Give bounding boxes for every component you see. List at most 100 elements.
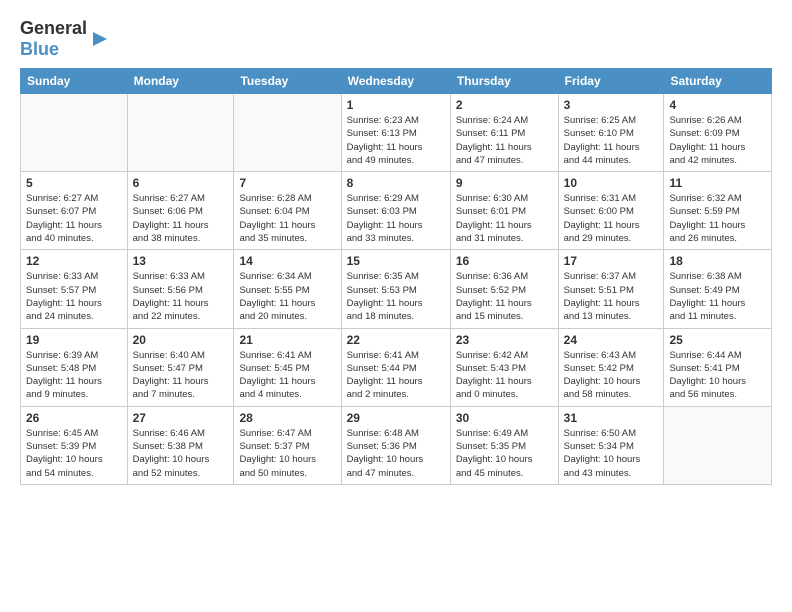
day-info: Sunrise: 6:38 AM Sunset: 5:49 PM Dayligh… [669, 270, 766, 323]
calendar-cell [21, 94, 128, 172]
day-info: Sunrise: 6:29 AM Sunset: 6:03 PM Dayligh… [347, 192, 445, 245]
day-number: 31 [564, 411, 659, 425]
day-info: Sunrise: 6:50 AM Sunset: 5:34 PM Dayligh… [564, 427, 659, 480]
day-number: 21 [239, 333, 335, 347]
day-number: 28 [239, 411, 335, 425]
weekday-header-friday: Friday [558, 69, 664, 94]
calendar-cell: 19 Sunrise: 6:39 AM Sunset: 5:48 PM Dayli… [21, 328, 128, 406]
day-number: 11 [669, 176, 766, 190]
day-info: Sunrise: 6:32 AM Sunset: 5:59 PM Dayligh… [669, 192, 766, 245]
calendar-cell [127, 94, 234, 172]
day-info: Sunrise: 6:40 AM Sunset: 5:47 PM Dayligh… [133, 349, 229, 402]
calendar-week-2: 12Sunrise: 6:33 AM Sunset: 5:57 PM Dayli… [21, 250, 772, 328]
day-number: 3 [564, 98, 659, 112]
calendar-cell: 18 Sunrise: 6:38 AM Sunset: 5:49 PM Dayli… [664, 250, 772, 328]
day-number: 14 [239, 254, 335, 268]
calendar-cell: 10Sunrise: 6:31 AM Sunset: 6:00 PM Dayli… [558, 172, 664, 250]
day-info: Sunrise: 6:27 AM Sunset: 6:07 PM Dayligh… [26, 192, 122, 245]
day-info: Sunrise: 6:44 AM Sunset: 5:41 PM Dayligh… [669, 349, 766, 402]
day-info: Sunrise: 6:41 AM Sunset: 5:44 PM Dayligh… [347, 349, 445, 402]
calendar-cell: 31 Sunrise: 6:50 AM Sunset: 5:34 PM Dayli… [558, 406, 664, 484]
day-number: 6 [133, 176, 229, 190]
day-info: Sunrise: 6:39 AM Sunset: 5:48 PM Dayligh… [26, 349, 122, 402]
calendar-cell [234, 94, 341, 172]
calendar-cell: 6 Sunrise: 6:27 AM Sunset: 6:06 PM Daylig… [127, 172, 234, 250]
weekday-header-tuesday: Tuesday [234, 69, 341, 94]
calendar-cell: 20Sunrise: 6:40 AM Sunset: 5:47 PM Dayli… [127, 328, 234, 406]
calendar-cell: 9 Sunrise: 6:30 AM Sunset: 6:01 PM Daylig… [450, 172, 558, 250]
logo: General Blue [20, 18, 109, 60]
calendar-table: SundayMondayTuesdayWednesdayThursdayFrid… [20, 68, 772, 485]
day-number: 19 [26, 333, 122, 347]
calendar-cell: 13 Sunrise: 6:33 AM Sunset: 5:56 PM Dayli… [127, 250, 234, 328]
day-info: Sunrise: 6:46 AM Sunset: 5:38 PM Dayligh… [133, 427, 229, 480]
day-number: 12 [26, 254, 122, 268]
weekday-header-row: SundayMondayTuesdayWednesdayThursdayFrid… [21, 69, 772, 94]
calendar-cell: 27Sunrise: 6:46 AM Sunset: 5:38 PM Dayli… [127, 406, 234, 484]
day-info: Sunrise: 6:42 AM Sunset: 5:43 PM Dayligh… [456, 349, 553, 402]
day-info: Sunrise: 6:37 AM Sunset: 5:51 PM Dayligh… [564, 270, 659, 323]
day-number: 25 [669, 333, 766, 347]
calendar-cell: 1Sunrise: 6:23 AM Sunset: 6:13 PM Daylig… [341, 94, 450, 172]
day-info: Sunrise: 6:36 AM Sunset: 5:52 PM Dayligh… [456, 270, 553, 323]
calendar-cell: 30 Sunrise: 6:49 AM Sunset: 5:35 PM Dayli… [450, 406, 558, 484]
calendar-cell: 24 Sunrise: 6:43 AM Sunset: 5:42 PM Dayli… [558, 328, 664, 406]
day-info: Sunrise: 6:33 AM Sunset: 5:56 PM Dayligh… [133, 270, 229, 323]
day-number: 15 [347, 254, 445, 268]
day-number: 5 [26, 176, 122, 190]
calendar-cell: 8 Sunrise: 6:29 AM Sunset: 6:03 PM Daylig… [341, 172, 450, 250]
day-info: Sunrise: 6:35 AM Sunset: 5:53 PM Dayligh… [347, 270, 445, 323]
day-info: Sunrise: 6:48 AM Sunset: 5:36 PM Dayligh… [347, 427, 445, 480]
day-info: Sunrise: 6:41 AM Sunset: 5:45 PM Dayligh… [239, 349, 335, 402]
calendar-cell: 26 Sunrise: 6:45 AM Sunset: 5:39 PM Dayli… [21, 406, 128, 484]
day-number: 26 [26, 411, 122, 425]
calendar-cell: 14 Sunrise: 6:34 AM Sunset: 5:55 PM Dayli… [234, 250, 341, 328]
day-number: 22 [347, 333, 445, 347]
day-number: 9 [456, 176, 553, 190]
day-number: 7 [239, 176, 335, 190]
weekday-header-thursday: Thursday [450, 69, 558, 94]
day-info: Sunrise: 6:26 AM Sunset: 6:09 PM Dayligh… [669, 114, 766, 167]
day-info: Sunrise: 6:24 AM Sunset: 6:11 PM Dayligh… [456, 114, 553, 167]
day-info: Sunrise: 6:28 AM Sunset: 6:04 PM Dayligh… [239, 192, 335, 245]
day-info: Sunrise: 6:23 AM Sunset: 6:13 PM Dayligh… [347, 114, 445, 167]
weekday-header-wednesday: Wednesday [341, 69, 450, 94]
day-info: Sunrise: 6:30 AM Sunset: 6:01 PM Dayligh… [456, 192, 553, 245]
calendar-cell: 25 Sunrise: 6:44 AM Sunset: 5:41 PM Dayli… [664, 328, 772, 406]
calendar-cell: 2 Sunrise: 6:24 AM Sunset: 6:11 PM Daylig… [450, 94, 558, 172]
day-info: Sunrise: 6:25 AM Sunset: 6:10 PM Dayligh… [564, 114, 659, 167]
day-info: Sunrise: 6:34 AM Sunset: 5:55 PM Dayligh… [239, 270, 335, 323]
calendar-week-3: 19 Sunrise: 6:39 AM Sunset: 5:48 PM Dayli… [21, 328, 772, 406]
day-number: 8 [347, 176, 445, 190]
calendar-cell: 29Sunrise: 6:48 AM Sunset: 5:36 PM Dayli… [341, 406, 450, 484]
day-number: 30 [456, 411, 553, 425]
calendar-cell: 22 Sunrise: 6:41 AM Sunset: 5:44 PM Dayli… [341, 328, 450, 406]
day-info: Sunrise: 6:45 AM Sunset: 5:39 PM Dayligh… [26, 427, 122, 480]
logo-text: General Blue [20, 18, 87, 60]
calendar-cell: 11 Sunrise: 6:32 AM Sunset: 5:59 PM Dayli… [664, 172, 772, 250]
day-info: Sunrise: 6:31 AM Sunset: 6:00 PM Dayligh… [564, 192, 659, 245]
calendar-week-0: 1Sunrise: 6:23 AM Sunset: 6:13 PM Daylig… [21, 94, 772, 172]
day-number: 23 [456, 333, 553, 347]
day-number: 16 [456, 254, 553, 268]
weekday-header-saturday: Saturday [664, 69, 772, 94]
calendar-cell: 23 Sunrise: 6:42 AM Sunset: 5:43 PM Dayli… [450, 328, 558, 406]
calendar-cell: 16 Sunrise: 6:36 AM Sunset: 5:52 PM Dayli… [450, 250, 558, 328]
day-number: 13 [133, 254, 229, 268]
calendar-week-4: 26 Sunrise: 6:45 AM Sunset: 5:39 PM Dayli… [21, 406, 772, 484]
day-number: 2 [456, 98, 553, 112]
calendar-cell [664, 406, 772, 484]
day-info: Sunrise: 6:27 AM Sunset: 6:06 PM Dayligh… [133, 192, 229, 245]
day-info: Sunrise: 6:43 AM Sunset: 5:42 PM Dayligh… [564, 349, 659, 402]
weekday-header-monday: Monday [127, 69, 234, 94]
calendar-cell: 12Sunrise: 6:33 AM Sunset: 5:57 PM Dayli… [21, 250, 128, 328]
day-info: Sunrise: 6:49 AM Sunset: 5:35 PM Dayligh… [456, 427, 553, 480]
day-info: Sunrise: 6:47 AM Sunset: 5:37 PM Dayligh… [239, 427, 335, 480]
header: General Blue [20, 18, 772, 60]
calendar-cell: 28 Sunrise: 6:47 AM Sunset: 5:37 PM Dayli… [234, 406, 341, 484]
calendar-cell: 15 Sunrise: 6:35 AM Sunset: 5:53 PM Dayli… [341, 250, 450, 328]
day-number: 24 [564, 333, 659, 347]
calendar-cell: 17 Sunrise: 6:37 AM Sunset: 5:51 PM Dayli… [558, 250, 664, 328]
day-number: 18 [669, 254, 766, 268]
day-number: 17 [564, 254, 659, 268]
